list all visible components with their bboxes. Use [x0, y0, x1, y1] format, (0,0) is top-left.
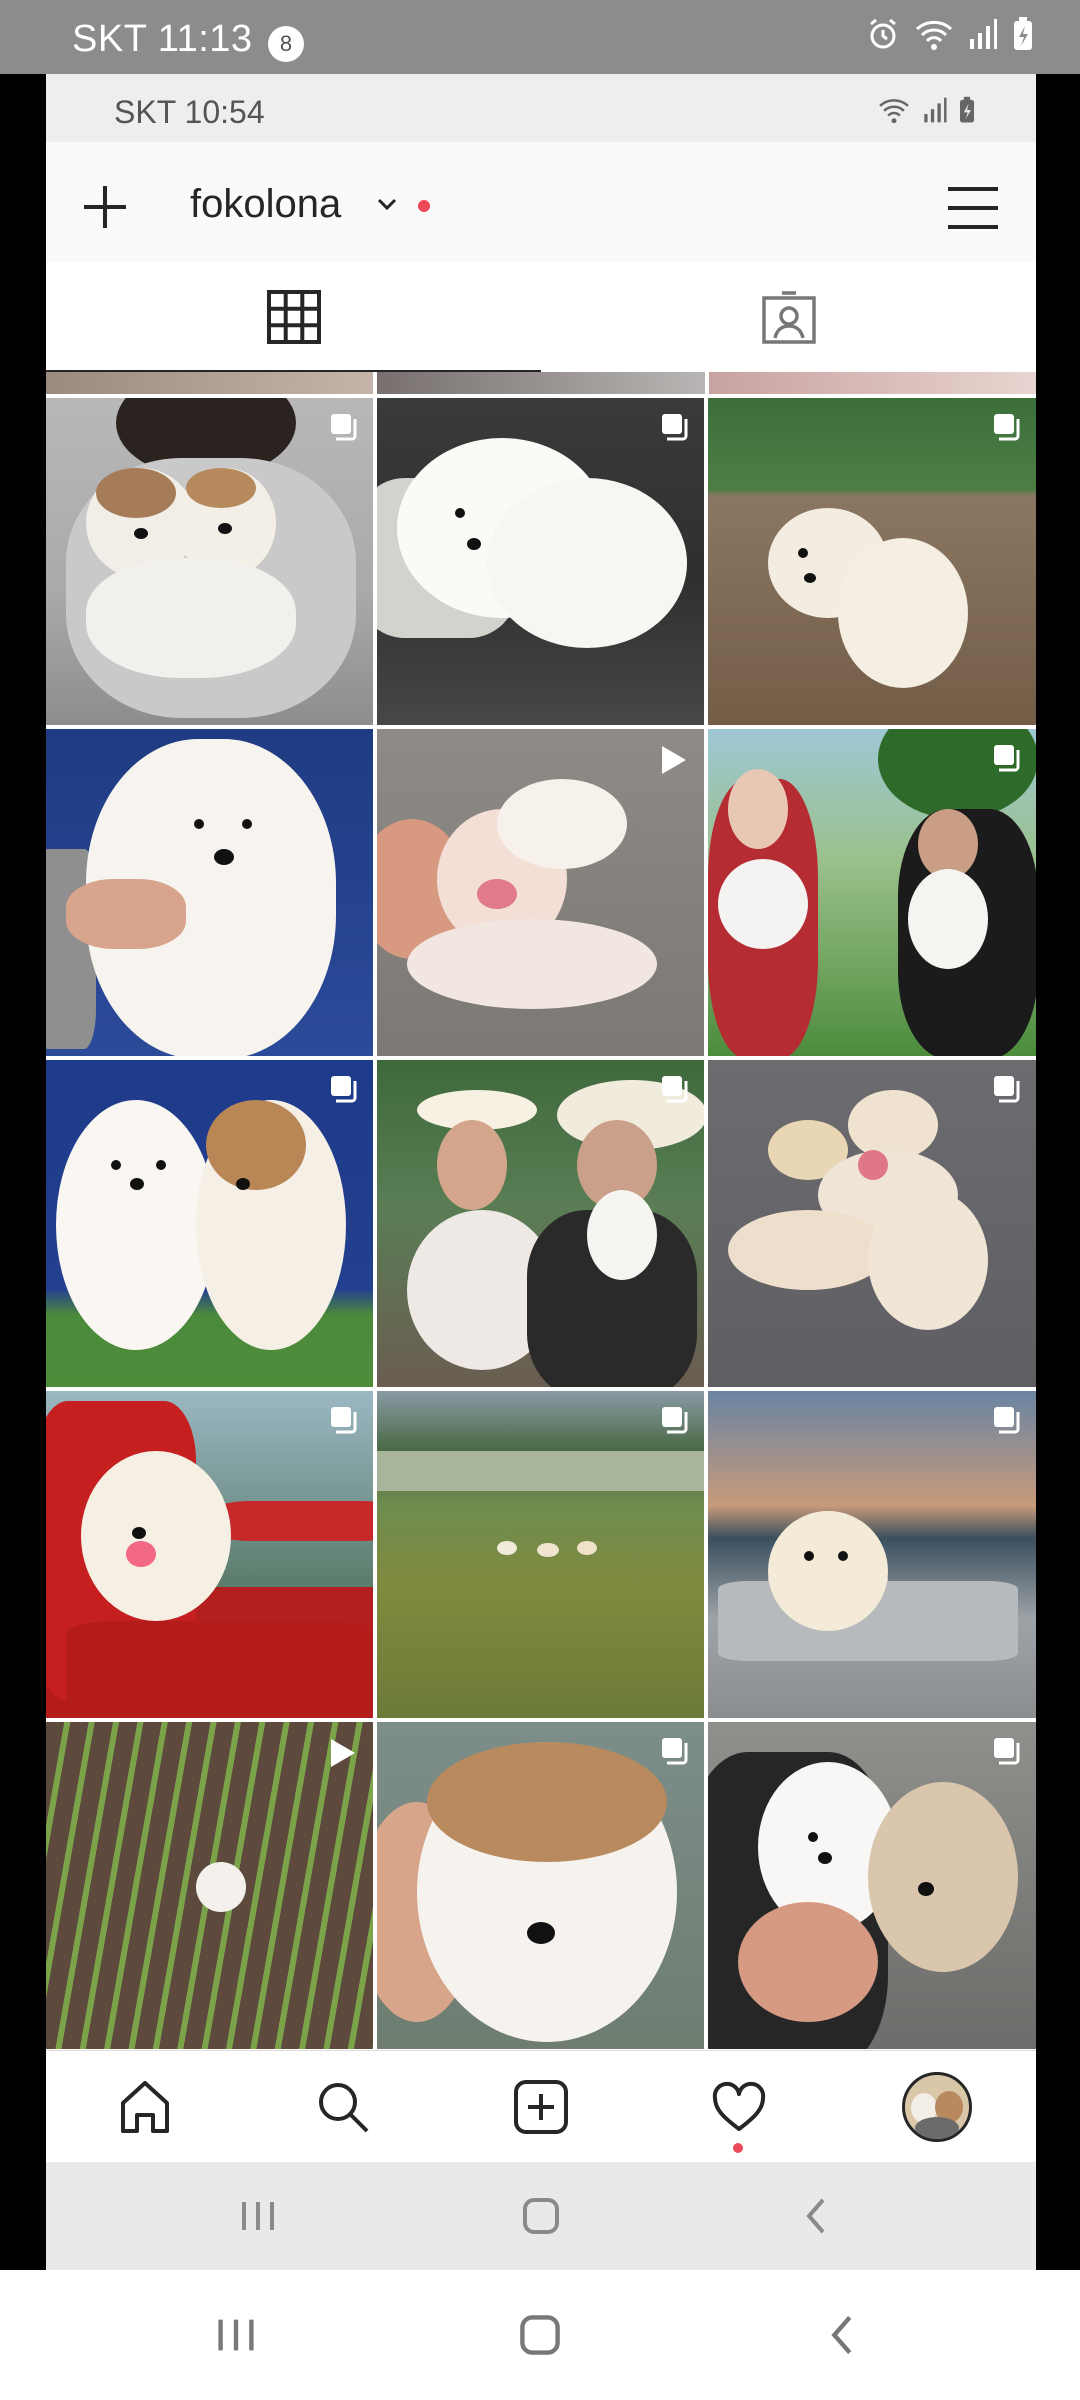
carousel-icon: [994, 1738, 1020, 1765]
back-button[interactable]: [756, 2162, 876, 2270]
post-thumbnail[interactable]: [708, 1391, 1036, 1718]
profile-tabs: [46, 262, 1036, 372]
bottom-nav: [46, 2050, 1036, 2163]
video-icon: [331, 1739, 355, 1767]
back-icon: [831, 2315, 852, 2355]
post-grid: [46, 372, 1036, 2050]
nav-activity[interactable]: [640, 2051, 838, 2163]
device-back-button[interactable]: [782, 2270, 902, 2400]
carousel-icon: [662, 1407, 688, 1434]
home-button-icon: [523, 2198, 559, 2234]
carousel-icon: [331, 414, 357, 441]
device-home-button[interactable]: [480, 2270, 600, 2400]
post-thumbnail[interactable]: [46, 1391, 373, 1718]
chevron-down-icon[interactable]: [376, 196, 398, 212]
grid-icon: [266, 290, 321, 344]
post-thumbnail[interactable]: [708, 398, 1036, 725]
device-status-icons: [866, 16, 1034, 52]
nav-home[interactable]: [46, 2051, 244, 2163]
nav-new-post[interactable]: [442, 2051, 640, 2163]
back-icon: [806, 2198, 825, 2234]
home-button[interactable]: [481, 2162, 601, 2270]
device-clock: SKT 11:13: [72, 18, 253, 60]
tab-tagged[interactable]: [541, 262, 1036, 372]
post-thumbnail[interactable]: [377, 1060, 704, 1387]
plus-icon[interactable]: [80, 182, 130, 232]
post-thumbnail[interactable]: [377, 1722, 704, 2049]
notification-count-badge: 8: [268, 26, 304, 62]
wifi-icon: [915, 20, 953, 50]
post-thumbnail[interactable]: [46, 398, 373, 725]
hamburger-icon[interactable]: [946, 184, 1000, 232]
notification-dot: [418, 200, 430, 212]
post-thumbnail[interactable]: [708, 729, 1036, 1056]
avatar: [902, 2072, 972, 2142]
recents-icon: [242, 2202, 274, 2230]
recents-button[interactable]: [198, 2162, 318, 2270]
heart-icon: [712, 2081, 766, 2131]
device-recents-button[interactable]: [176, 2270, 296, 2400]
nav-profile[interactable]: [838, 2051, 1036, 2163]
carousel-icon: [994, 414, 1020, 441]
home-button-icon: [520, 2315, 560, 2355]
post-thumbnail[interactable]: [46, 729, 373, 1056]
device-frame-right: [1036, 74, 1080, 2270]
add-post-icon: [514, 2080, 568, 2134]
profile-username[interactable]: fokolona: [190, 182, 341, 227]
alarm-icon: [870, 18, 896, 49]
instagram-screen: SKT 10:54 fokolona: [46, 74, 1036, 2270]
carousel-icon: [331, 1407, 357, 1434]
device-status-bar: SKT 11:13 8: [0, 0, 1080, 74]
carousel-icon: [994, 1407, 1020, 1434]
post-thumbnail[interactable]: [377, 1391, 704, 1718]
carousel-icon: [331, 1076, 357, 1103]
post-thumbnail[interactable]: [708, 1060, 1036, 1387]
carousel-icon: [994, 1076, 1020, 1103]
nav-search[interactable]: [244, 2051, 442, 2163]
carousel-icon: [994, 745, 1020, 772]
carousel-icon: [662, 1738, 688, 1765]
app-clock: SKT 10:54: [114, 94, 265, 130]
app-system-nav: [46, 2162, 1036, 2270]
battery-charging-icon: [960, 96, 974, 123]
tab-grid[interactable]: [46, 262, 541, 372]
home-icon: [121, 2081, 169, 2133]
carousel-icon: [662, 414, 688, 441]
recents-icon: [218, 2319, 254, 2351]
battery-charging-icon: [1014, 17, 1032, 50]
post-thumbnail[interactable]: [377, 398, 704, 725]
post-thumbnail[interactable]: [46, 1722, 373, 2049]
post-thumbnail[interactable]: [46, 1060, 373, 1387]
carousel-icon: [662, 1076, 688, 1103]
tagged-person-icon: [761, 291, 816, 344]
search-icon: [319, 2083, 369, 2133]
video-icon: [662, 746, 686, 774]
profile-header: fokolona: [46, 142, 1036, 262]
signal-icon: [970, 19, 997, 49]
post-thumbnail[interactable]: [708, 1722, 1036, 2049]
wifi-icon: [879, 99, 909, 124]
signal-icon: [924, 97, 947, 123]
previous-row-peek: [46, 372, 1036, 394]
app-status-icons: [876, 96, 976, 124]
device-frame-left: [0, 74, 46, 2270]
device-system-nav: [0, 2270, 1080, 2400]
app-status-bar: SKT 10:54: [46, 74, 1036, 142]
activity-dot: [733, 2143, 743, 2153]
post-thumbnail[interactable]: [377, 729, 704, 1056]
